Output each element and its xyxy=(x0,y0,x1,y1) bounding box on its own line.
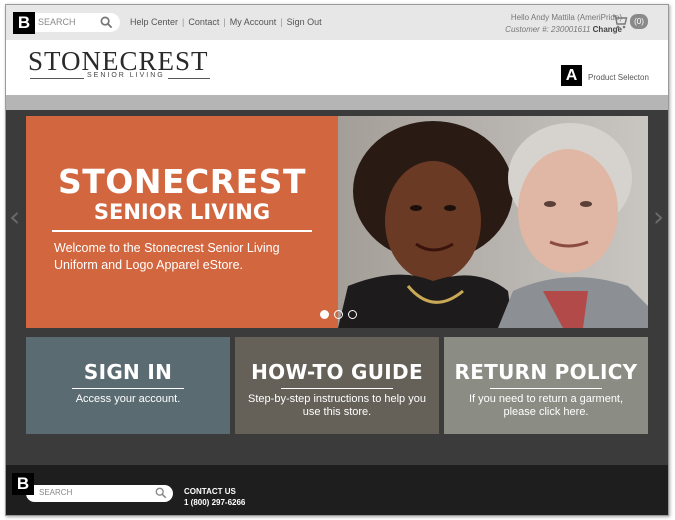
contact-phone-number[interactable]: 1 (800) 297-6266 xyxy=(184,498,245,507)
card-description: Step-by-step instructions to help you us… xyxy=(248,393,426,418)
sign-out-link[interactable]: Sign Out xyxy=(287,17,322,27)
search-placeholder: SEARCH xyxy=(38,17,76,27)
link-separator: | xyxy=(182,17,185,27)
link-separator: | xyxy=(223,17,226,27)
return-policy-card[interactable]: RETURN POLICY If you need to return a ga… xyxy=(444,337,648,434)
help-center-link[interactable]: Help Center xyxy=(130,17,178,27)
top-utility-bar: SEARCH B Help Center | Contact | My Account |… xyxy=(6,5,668,40)
hero-banner[interactable]: STONECREST SENIOR LIVING Welcome to the … xyxy=(26,116,338,328)
site-header: STONECREST SENIOR LIVING A Product Selec… xyxy=(6,40,668,95)
product-selection-link[interactable]: Product Selecton xyxy=(588,73,649,82)
main-content: ‹ › STONECREST SENIOR LIVING Welcome to … xyxy=(6,110,668,465)
link-separator: | xyxy=(280,17,283,27)
card-title: HOW-TO GUIDE xyxy=(251,360,423,384)
cart-icon[interactable] xyxy=(612,14,628,30)
carousel-dot-2[interactable] xyxy=(334,310,343,319)
customer-number-label: Customer #: 230001611 xyxy=(505,25,591,34)
card-description: If you need to return a garment, please … xyxy=(468,393,624,418)
top-links: Help Center | Contact | My Account | Sign Out xyxy=(130,17,322,27)
contact-link[interactable]: Contact xyxy=(188,17,219,27)
carousel-next-arrow[interactable]: › xyxy=(653,200,664,233)
hero-title: STONECREST xyxy=(58,162,306,201)
card-divider xyxy=(490,388,602,389)
hero-welcome-text: Welcome to the Stonecrest Senior Living … xyxy=(54,241,280,272)
hero-photo xyxy=(338,116,648,328)
contact-us-heading: CONTACT US xyxy=(184,487,236,496)
search-icon[interactable] xyxy=(155,487,167,499)
my-account-link[interactable]: My Account xyxy=(230,17,277,27)
logo-subtitle: SENIOR LIVING xyxy=(84,72,168,79)
card-divider xyxy=(72,388,184,389)
card-title: RETURN POLICY xyxy=(454,360,638,384)
cart-count-badge[interactable]: (0) xyxy=(630,14,648,29)
user-info: Hello Andy Mattila (AmeriPride) Customer… xyxy=(505,12,622,36)
page-frame: SEARCH B Help Center | Contact | My Account |… xyxy=(5,4,669,516)
nav-bar xyxy=(6,95,668,110)
hero-subtitle: SENIOR LIVING xyxy=(93,200,271,224)
footer-search-field[interactable]: SEARCH xyxy=(26,485,173,502)
carousel-dot-1[interactable] xyxy=(320,310,329,319)
customer-number: Customer #: 230001611 Change xyxy=(505,24,622,36)
sign-in-card[interactable]: SIGN IN Access your account. xyxy=(26,337,230,434)
search-icon[interactable] xyxy=(100,16,113,29)
carousel-prev-arrow[interactable]: ‹ xyxy=(9,200,20,233)
search-placeholder: SEARCH xyxy=(39,488,73,497)
how-to-guide-card[interactable]: HOW-TO GUIDE Step-by-step instructions t… xyxy=(235,337,439,434)
hero-divider xyxy=(52,230,312,232)
card-title: SIGN IN xyxy=(83,360,173,384)
callout-marker-a: A xyxy=(561,65,582,86)
callout-marker-b: B xyxy=(13,12,35,34)
card-divider xyxy=(281,388,393,389)
carousel-dot-3[interactable] xyxy=(348,310,357,319)
carousel-indicators xyxy=(320,310,362,320)
callout-marker-b: B xyxy=(12,473,34,495)
site-footer: SEARCH B CONTACT US 1 (800) 297-6266 xyxy=(6,465,668,515)
hero-photo-image xyxy=(338,116,648,328)
card-description: Access your account. xyxy=(75,393,181,405)
user-greeting: Hello Andy Mattila (AmeriPride) xyxy=(510,13,622,22)
header-search-field[interactable]: SEARCH xyxy=(28,13,120,32)
